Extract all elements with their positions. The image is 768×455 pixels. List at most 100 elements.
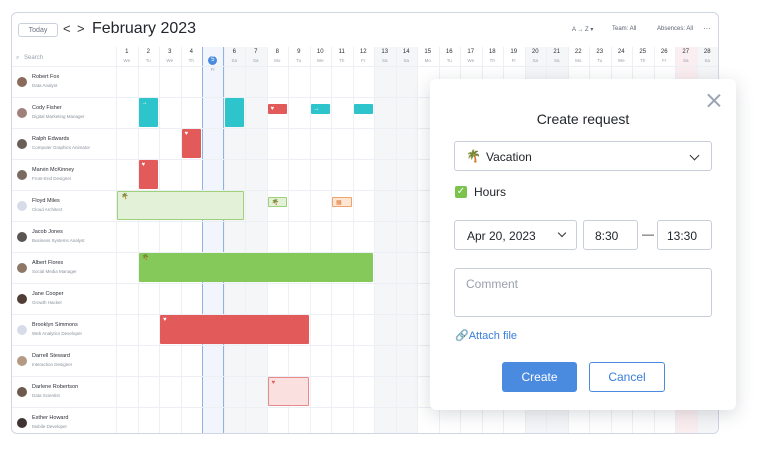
comment-placeholder: Comment [466, 277, 519, 291]
employee-name: Floyd Miles [32, 198, 60, 204]
absence-type-select[interactable]: 🌴 Vacation [454, 141, 712, 171]
month-title: February 2023 [92, 20, 197, 37]
team-filter[interactable]: Team: All [612, 26, 636, 32]
avatar [17, 170, 27, 180]
absence-bar[interactable]: 🌴 [138, 253, 373, 282]
comment-textarea[interactable]: Comment [454, 268, 712, 317]
weekday-label: We [467, 58, 475, 63]
date-picker[interactable]: Apr 20, 2023 [454, 220, 577, 250]
day-header[interactable]: 4 Th [181, 48, 203, 64]
next-month-button[interactable]: > [77, 21, 85, 37]
absence-bar[interactable]: → [138, 98, 158, 127]
weekday-label: We [316, 58, 324, 63]
absence-bar[interactable]: → [310, 104, 330, 114]
day-header[interactable]: 12 Fr [353, 48, 375, 64]
absence-bar[interactable]: 🌴 [117, 191, 244, 220]
avatar [17, 418, 27, 428]
day-number: 15 [424, 49, 432, 55]
create-button[interactable]: Create [502, 362, 577, 392]
day-header[interactable]: 1 We [116, 48, 138, 64]
day-number: 23 [596, 49, 604, 55]
day-header[interactable]: 19 Fr [503, 48, 525, 64]
employee-role: Social Media Manager [32, 269, 77, 274]
paperclip-icon: 🔗 [455, 330, 469, 342]
today-button[interactable]: Today [18, 23, 58, 37]
day-number: 20 [531, 49, 539, 55]
day-number: 2 [146, 49, 150, 55]
day-header[interactable]: 22 Mo [568, 48, 590, 64]
time-from-input[interactable]: 8:30 [583, 220, 638, 250]
day-number: 3 [168, 49, 172, 55]
avatar [17, 294, 27, 304]
sort-dropdown[interactable]: A → Z ▾ [572, 26, 593, 33]
day-header[interactable]: 20 Sa [525, 48, 547, 64]
absence-bar[interactable]: 🌴 [267, 197, 287, 207]
day-header[interactable]: 27 Sa [675, 48, 697, 64]
avatar [17, 108, 27, 118]
day-header[interactable]: 26 Fr [654, 48, 676, 64]
day-header[interactable]: 25 Th [632, 48, 654, 64]
absence-bar[interactable]: ♥ [267, 377, 309, 406]
absence-bar[interactable]: ♥ [138, 160, 158, 189]
hours-checkbox[interactable]: ✓ [455, 186, 467, 198]
avatar [17, 139, 27, 149]
cancel-button[interactable]: Cancel [589, 362, 665, 392]
day-header[interactable]: 16 Tu [439, 48, 461, 64]
day-header[interactable]: 15 Mo [417, 48, 439, 64]
day-header[interactable]: 11 Th [331, 48, 353, 64]
employee-name: Darlene Robertson [32, 384, 79, 390]
avatar [17, 356, 27, 366]
weekday-label: Sa [532, 58, 538, 63]
day-header[interactable]: 28 Sa [697, 48, 719, 64]
employee-name: Brooklyn Simmons [32, 322, 78, 328]
day-header[interactable]: 2 Tu [138, 48, 160, 64]
day-header[interactable]: 9 Tu [288, 48, 310, 64]
day-header[interactable]: 18 Th [482, 48, 504, 64]
weekday-label: Tu [597, 58, 603, 63]
attach-file-link[interactable]: 🔗Attach file [455, 329, 517, 342]
absence-bar[interactable]: ♥ [267, 104, 287, 114]
day-number: 4 [189, 49, 193, 55]
employee-row[interactable]: Esther Howard Mobile Developer [12, 407, 718, 433]
prev-month-button[interactable]: < [63, 21, 71, 37]
day-header[interactable]: 24 We [611, 48, 633, 64]
employee-name: Darrell Steward [32, 353, 70, 359]
time-to-input[interactable]: 13:30 [657, 220, 712, 250]
day-header[interactable]: 3 We [159, 48, 181, 64]
day-number: 14 [402, 49, 410, 55]
absence-type-icon: ♥ [141, 162, 146, 168]
weekday-label: Sa [704, 58, 710, 63]
day-header[interactable]: 17 We [460, 48, 482, 64]
day-number: 21 [553, 49, 561, 55]
absence-bar[interactable]: ♥ [181, 129, 201, 158]
search-input[interactable]: Search [24, 55, 43, 61]
people-search[interactable]: ⌕ Search [16, 55, 43, 62]
hours-label: Hours [474, 185, 507, 199]
day-header[interactable]: 10 We [310, 48, 332, 64]
absence-bar[interactable]: ▦ [332, 197, 352, 207]
absence-filter[interactable]: Absences: All [657, 26, 693, 32]
day-header[interactable]: 23 Tu [589, 48, 611, 64]
day-number: 8 [275, 49, 279, 55]
weekday-label: Sa [231, 58, 237, 63]
day-header[interactable]: 14 Sa [396, 48, 418, 64]
absence-bar[interactable]: ♥ [160, 315, 309, 344]
absence-bar[interactable] [224, 98, 244, 127]
day-number: 19 [510, 49, 518, 55]
day-header[interactable]: 13 Sa [374, 48, 396, 64]
day-number: 25 [639, 49, 647, 55]
chevron-down-icon [689, 150, 700, 161]
day-header[interactable]: 21 Sa [546, 48, 568, 64]
day-header[interactable]: 6 Sa [224, 48, 246, 64]
day-header[interactable]: 8 Mo [267, 48, 289, 64]
employee-role: Computer Graphics Animator [32, 145, 91, 150]
absence-bar[interactable] [353, 104, 373, 114]
weekday-label: Mo [575, 58, 582, 63]
avatar [17, 232, 27, 242]
more-menu-button[interactable]: ··· [703, 24, 711, 33]
close-icon[interactable] [707, 93, 721, 107]
weekday-label: Mo [274, 58, 281, 63]
time-to-value: 13:30 [667, 229, 698, 243]
avatar [17, 387, 27, 397]
day-header[interactable]: 7 Sa [245, 48, 267, 64]
